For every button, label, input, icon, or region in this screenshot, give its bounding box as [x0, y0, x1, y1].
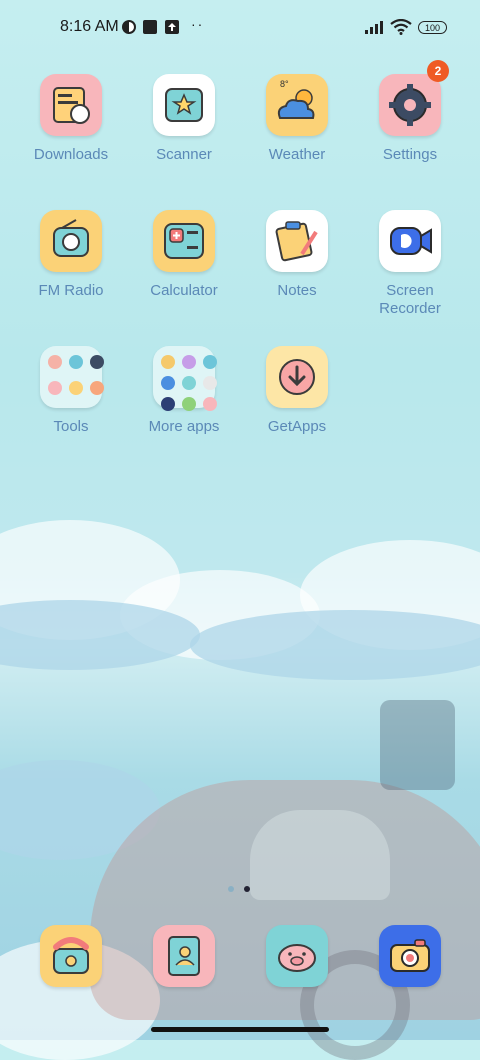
page-dot-active	[244, 886, 251, 892]
app-getapps[interactable]: GetApps	[241, 346, 353, 436]
dock-camera[interactable]	[379, 925, 441, 987]
app-label: Notes	[277, 282, 317, 299]
app-label: Weather	[268, 146, 326, 163]
radio-icon	[40, 210, 102, 272]
screen-recorder-icon	[379, 210, 441, 272]
app-scanner[interactable]: Scanner	[128, 74, 240, 164]
app-label: GetApps	[267, 418, 327, 435]
folder-tools[interactable]: Tools	[15, 346, 127, 436]
getapps-icon	[266, 346, 328, 408]
upload-notification-icon	[165, 20, 179, 34]
app-label: More apps	[148, 418, 220, 435]
dock-contacts[interactable]	[153, 925, 215, 987]
settings-icon: 2	[379, 60, 449, 136]
wifi-icon	[390, 19, 412, 35]
messaging-icon	[266, 925, 328, 987]
status-time: 8:16 AM	[60, 18, 119, 35]
folder-more-apps[interactable]: More apps	[128, 346, 240, 436]
folder-icon	[40, 346, 104, 408]
contacts-icon	[153, 925, 215, 987]
battery-indicator: 100	[418, 21, 447, 34]
downloads-icon	[40, 74, 102, 136]
home-indicator[interactable]	[151, 1027, 329, 1032]
camera-icon	[379, 925, 441, 987]
app-calculator[interactable]: Calculator	[128, 210, 240, 300]
app-label: Downloads	[33, 146, 109, 163]
app-label: Scanner	[156, 146, 212, 163]
dock-phone[interactable]	[40, 925, 102, 987]
app-notes[interactable]: Notes	[241, 210, 353, 300]
vpn-icon	[122, 20, 136, 34]
app-label: Calculator	[150, 282, 218, 299]
notes-icon	[266, 210, 328, 272]
folder-icon	[153, 346, 217, 411]
page-indicator	[228, 879, 256, 897]
dock-messaging[interactable]	[266, 925, 328, 987]
notification-app-icon	[143, 20, 157, 34]
app-settings[interactable]: 2 Settings	[354, 60, 466, 164]
app-weather[interactable]: 8° Weather	[241, 74, 353, 164]
calculator-icon	[153, 210, 215, 272]
weather-temperature: 8°	[280, 79, 289, 89]
app-label: FM Radio	[38, 282, 104, 299]
signal-icon	[365, 21, 383, 34]
app-label: Tools	[53, 418, 89, 435]
more-notifications-icon: ··	[191, 16, 205, 32]
app-downloads[interactable]: Downloads	[15, 74, 127, 164]
notification-badge: 2	[427, 60, 449, 82]
app-screen-recorder[interactable]: Screen Recorder	[354, 210, 466, 318]
scanner-icon	[153, 74, 215, 136]
phone-icon	[40, 925, 102, 987]
page-dot	[228, 886, 234, 892]
weather-icon: 8°	[266, 74, 328, 136]
status-bar: 8:16 AM ·· 100	[0, 0, 480, 56]
app-fm-radio[interactable]: FM Radio	[15, 210, 127, 300]
app-label: Screen Recorder	[379, 282, 441, 317]
app-label: Settings	[382, 146, 438, 163]
